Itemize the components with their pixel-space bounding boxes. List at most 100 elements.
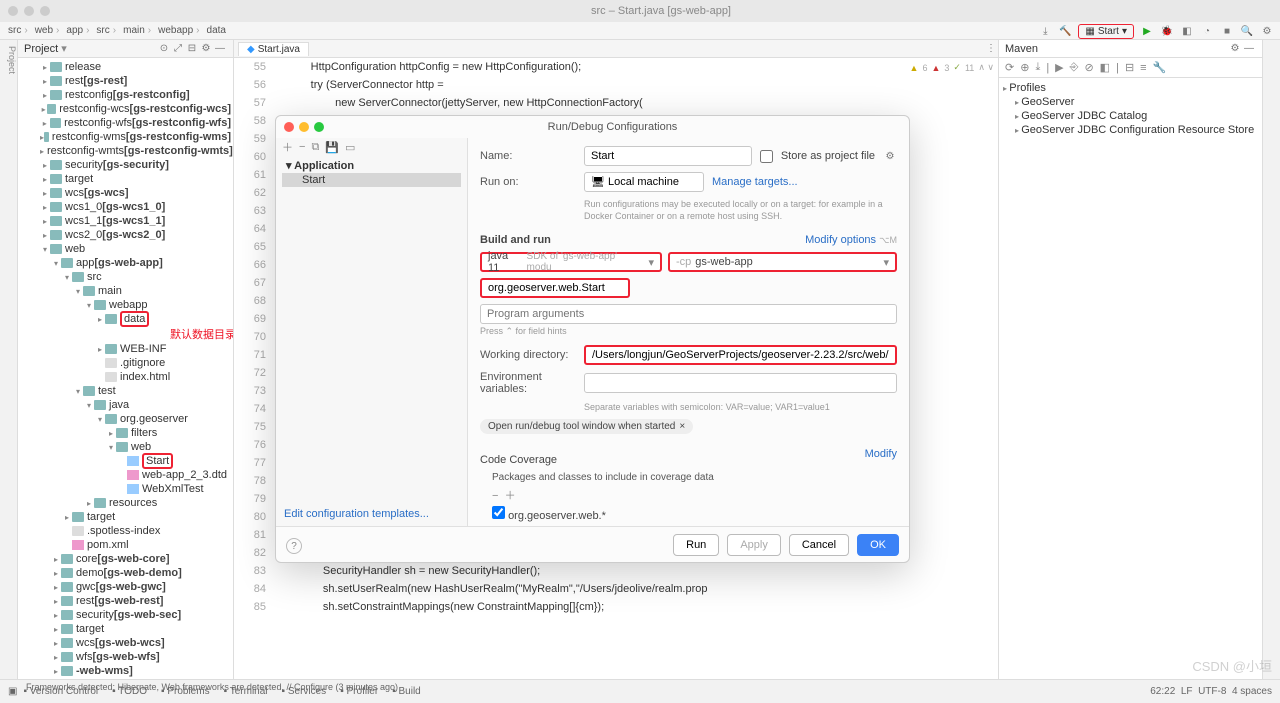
tree-item[interactable]: ▸restconfig-wcs [gs-restconfig-wcs] — [18, 102, 233, 116]
tree-item[interactable]: ▸gwc [gs-web-gwc] — [18, 580, 233, 594]
tree-item[interactable]: index.html — [18, 370, 233, 384]
dialog-sidebar-toolbar[interactable]: ＋ − ⧉ 💾 ▭ — [276, 138, 467, 156]
hide-icon[interactable]: — — [213, 42, 227, 56]
program-args-input[interactable] — [480, 304, 897, 324]
download-icon[interactable]: ⤓ — [1035, 61, 1040, 74]
debug-icon[interactable]: 🐞 — [1160, 24, 1174, 38]
collapse-icon[interactable]: ⊟ — [185, 42, 199, 56]
coverage-icon[interactable]: ◧ — [1180, 24, 1194, 38]
add-icon[interactable]: ＋ — [282, 139, 293, 155]
right-gutter[interactable] — [1262, 40, 1280, 679]
manage-targets-link[interactable]: Manage targets... — [712, 176, 798, 188]
collapse-icon[interactable]: ⊟ — [1125, 61, 1134, 74]
execute-icon[interactable]: ⎆ — [1070, 61, 1079, 74]
tree-item[interactable]: WebXmlTest — [18, 482, 233, 496]
folder-icon[interactable]: ▭ — [345, 141, 355, 154]
reload-icon[interactable]: ⟳ — [1005, 61, 1014, 74]
tree-item[interactable]: ▾java — [18, 398, 233, 412]
tree-item[interactable]: ▾main — [18, 284, 233, 298]
main-class-input[interactable] — [480, 278, 630, 298]
tree-item[interactable]: ▸resources — [18, 496, 233, 510]
maven-item[interactable]: ▸ GeoServer JDBC Configuration Resource … — [1003, 124, 1258, 138]
tree-item[interactable]: ▸security [gs-web-sec] — [18, 608, 233, 622]
tree-item[interactable]: ▸core [gs-web-core] — [18, 552, 233, 566]
tree-item[interactable]: ▸wcs1_1 [gs-wcs1_1] — [18, 214, 233, 228]
tree-item[interactable]: ▸wcs [gs-web-wcs] — [18, 636, 233, 650]
tree-item[interactable]: ▸target — [18, 172, 233, 186]
tree-item[interactable]: ▸restconfig-wms [gs-restconfig-wms] — [18, 130, 233, 144]
profile-icon[interactable]: ◔ — [1200, 24, 1214, 38]
cursor-pos[interactable]: 62:22 — [1150, 686, 1175, 697]
window-controls[interactable] — [8, 6, 50, 16]
tree-item[interactable]: ▸restconfig-wmts [gs-restconfig-wmts] — [18, 144, 233, 158]
breadcrumb-item[interactable]: webapp — [158, 25, 202, 36]
build-icon[interactable]: ⤓ — [1038, 24, 1052, 38]
line-sep[interactable]: LF — [1181, 686, 1193, 697]
tree-item[interactable]: ▸rest [gs-rest] — [18, 74, 233, 88]
name-input[interactable] — [584, 146, 752, 166]
maven-item[interactable]: ▸ GeoServer JDBC Catalog — [1003, 110, 1258, 124]
tree-item[interactable]: ▸demo [gs-web-demo] — [18, 566, 233, 580]
tree-item[interactable]: ▾app [gs-web-app] — [18, 256, 233, 270]
tool-window-icon[interactable]: ▣ — [8, 686, 17, 697]
tree-item[interactable]: ▸rest [gs-web-rest] — [18, 594, 233, 608]
tree-item[interactable]: ▸filters — [18, 426, 233, 440]
help-icon[interactable]: ? — [286, 538, 302, 554]
hammer-icon[interactable]: 🔨 — [1058, 24, 1072, 38]
tree-item[interactable]: ▸target — [18, 510, 233, 524]
breadcrumb-item[interactable]: web — [35, 25, 63, 36]
save-icon[interactable]: 💾 — [325, 141, 339, 154]
config-tree-item[interactable]: ▾ Application — [282, 158, 461, 173]
hide-icon[interactable]: — — [1242, 42, 1256, 56]
tree-item[interactable]: ▸wcs [gs-wcs] — [18, 186, 233, 200]
search-icon[interactable]: 🔍 — [1240, 24, 1254, 38]
gear-icon[interactable]: ⚙ — [1228, 42, 1242, 56]
tree-item[interactable]: .spotless-index — [18, 524, 233, 538]
tree-item[interactable]: ▸ -web-wms] — [18, 664, 233, 678]
tree-item[interactable]: ▸security [gs-security] — [18, 158, 233, 172]
open-tool-chip[interactable]: Open run/debug tool window when started … — [480, 419, 693, 434]
indent[interactable]: 4 spaces — [1232, 686, 1272, 697]
run-icon[interactable]: ▶ — [1140, 24, 1154, 38]
toggle-icon[interactable]: ⊘ — [1084, 61, 1093, 74]
expand-icon[interactable]: ⤢ — [171, 42, 185, 56]
store-as-file-checkbox[interactable] — [760, 150, 773, 163]
coverage-pkg-checkbox[interactable] — [492, 506, 505, 519]
tree-item[interactable]: ▸target — [18, 622, 233, 636]
jdk-select[interactable]: java 11 SDK of 'gs-web-app' modu ▾ — [480, 252, 662, 272]
coverage-modify-link[interactable]: Modify — [865, 448, 897, 472]
tree-item[interactable]: ▸wcs1_0 [gs-wcs1_0] — [18, 200, 233, 214]
tree-item[interactable]: ▸wcs2_0 [gs-wcs2_0] — [18, 228, 233, 242]
remove-icon[interactable]: − — [299, 141, 305, 153]
env-input[interactable] — [584, 373, 897, 393]
tab-menu-icon[interactable]: ⋮ — [984, 42, 998, 56]
dialog-window-controls[interactable] — [284, 122, 324, 132]
working-dir-input[interactable] — [584, 345, 897, 365]
breadcrumb-item[interactable]: data — [207, 25, 226, 36]
tree-item[interactable]: ▸data — [18, 312, 233, 326]
tree-item[interactable]: ▾webapp — [18, 298, 233, 312]
maven-toolbar[interactable]: ⟳ ⊕ ⤓ | ▶ ⎆ ⊘ ◧ | ⊟ ≡ 🔧 — [999, 58, 1262, 78]
config-tree-item[interactable]: Start — [282, 173, 461, 187]
tree-item[interactable]: ▸wfs [gs-web-wfs] — [18, 650, 233, 664]
gear-icon[interactable]: ⚙ — [883, 149, 897, 163]
status-message[interactable]: Frameworks detected: Hibernate, Web fram… — [26, 682, 398, 692]
project-tree[interactable]: ▸release▸rest [gs-rest]▸restconfig [gs-r… — [18, 58, 233, 679]
chevron-down-icon[interactable]: ▾ — [61, 42, 67, 55]
copy-icon[interactable]: ⧉ — [311, 141, 319, 154]
gear-icon[interactable]: ⚙ — [199, 42, 213, 56]
run-button[interactable]: Run — [673, 534, 719, 556]
maven-item[interactable]: ▸ GeoServer — [1003, 96, 1258, 110]
tree-item[interactable]: ▸WEB-INF — [18, 342, 233, 356]
project-panel-header[interactable]: Project ▾ ⊙ ⤢ ⊟ ⚙ — — [18, 40, 233, 58]
maven-item[interactable]: ▸ Profiles — [1003, 82, 1258, 96]
select-opened-icon[interactable]: ⊙ — [157, 42, 171, 56]
breadcrumb-item[interactable]: src — [96, 25, 119, 36]
ok-button[interactable]: OK — [857, 534, 899, 556]
tree-item[interactable]: pom.xml — [18, 538, 233, 552]
maven-tree[interactable]: ▸ Profiles▸ GeoServer▸ GeoServer JDBC Ca… — [999, 78, 1262, 142]
close-icon[interactable]: × — [679, 421, 685, 432]
run-config-selector[interactable]: ▦ Start ▾ — [1078, 24, 1134, 39]
editor-tab-bar[interactable]: ◆ Start.java ⋮ — [234, 40, 998, 58]
editor-tab[interactable]: ◆ Start.java — [238, 42, 309, 56]
